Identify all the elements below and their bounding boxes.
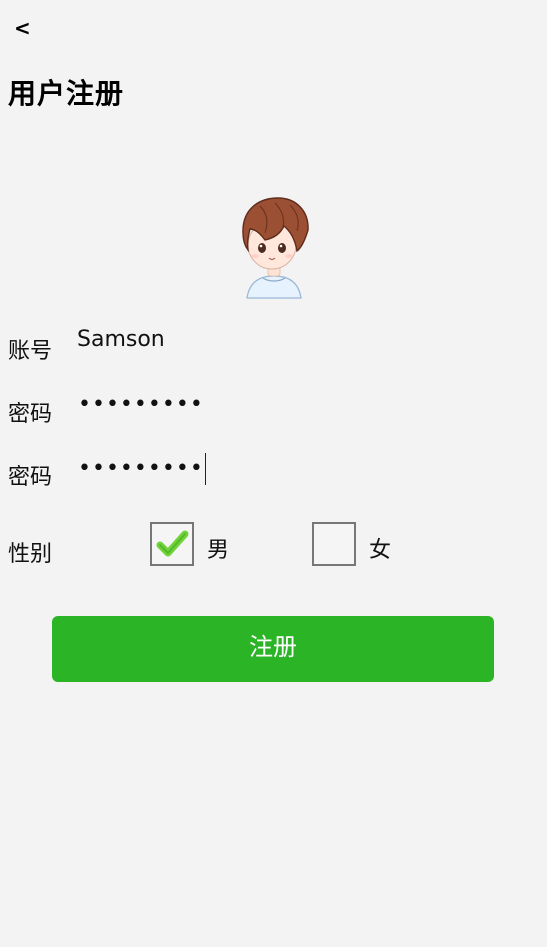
account-row: 账号 Samson	[8, 327, 528, 371]
check-mark-icon	[156, 530, 189, 557]
account-input[interactable]: Samson	[77, 327, 165, 352]
confirm-password-label: 密码	[8, 465, 53, 490]
gender-female-label: 女	[369, 538, 392, 563]
password-label: 密码	[8, 402, 53, 427]
gender-row: 性别 男 女	[8, 522, 528, 574]
avatar-image	[242, 197, 309, 299]
gender-male-checkbox[interactable]	[150, 522, 194, 566]
confirm-password-row: 密码 •••••••••	[8, 453, 528, 497]
register-button[interactable]: 注册	[52, 616, 494, 682]
page-title: 用户注册	[8, 77, 125, 110]
account-label: 账号	[8, 339, 53, 364]
confirm-password-value: •••••••••	[78, 456, 204, 481]
password-input[interactable]: •••••••••	[78, 390, 204, 420]
text-cursor	[204, 453, 206, 485]
gender-label: 性别	[8, 542, 53, 567]
gender-female-checkbox[interactable]	[312, 522, 356, 566]
avatar	[235, 190, 313, 300]
confirm-password-input[interactable]: •••••••••	[78, 453, 206, 485]
back-button[interactable]: <	[14, 16, 31, 40]
password-row: 密码 •••••••••	[8, 390, 528, 434]
gender-male-label: 男	[207, 538, 230, 563]
